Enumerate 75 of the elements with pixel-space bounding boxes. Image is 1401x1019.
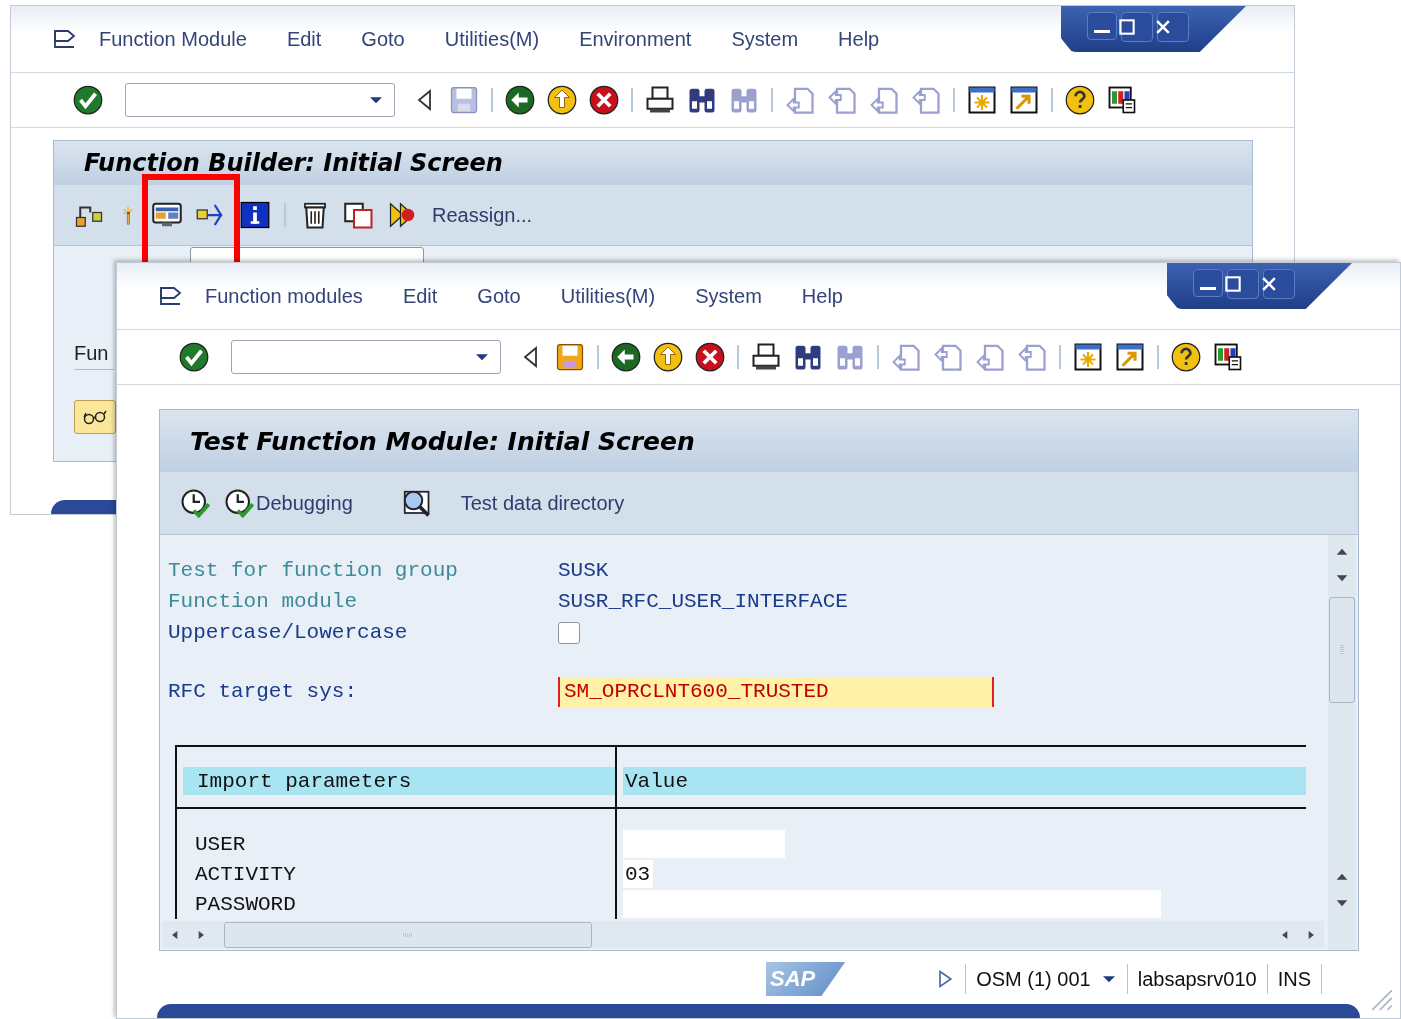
field-label: Function module	[168, 590, 359, 613]
table-cell-text: PASSWORD	[194, 891, 297, 918]
input-field[interactable]: SM_OPRCLNT600_TRUSTED	[558, 676, 994, 707]
session-info[interactable]: OSM (1) 001	[976, 967, 1091, 991]
exit-icon[interactable]	[547, 85, 577, 115]
screen-title: Function Builder: Initial Screen	[54, 141, 1252, 185]
horizontal-scrollbar[interactable]	[162, 921, 1324, 948]
cancel-icon[interactable]	[589, 85, 619, 115]
display-button[interactable]	[74, 400, 116, 434]
reassign-button[interactable]: Reassign...	[432, 203, 533, 227]
screen-title: Test Function Module: Initial Screen	[160, 410, 1358, 472]
logo: SAP	[765, 962, 846, 996]
back-icon[interactable]	[611, 342, 641, 372]
field-label: Uppercase/Lowercase	[168, 621, 409, 644]
minimize-button[interactable]	[1193, 269, 1223, 297]
menu-item[interactable]: Goto	[477, 284, 521, 308]
maximize-icon	[1117, 17, 1137, 37]
column-header: Import parameters	[183, 767, 615, 795]
field-value: SUSR_RFC_USER_INTERFACE	[558, 590, 848, 613]
layout-icon[interactable]	[1213, 342, 1243, 372]
info-icon[interactable]	[240, 200, 270, 230]
maximize-icon	[1223, 274, 1243, 294]
close-button[interactable]	[1263, 269, 1295, 299]
menu-item[interactable]: Environment	[579, 27, 692, 51]
server-name: labsapsrv010	[1137, 967, 1257, 991]
back-icon[interactable]	[505, 85, 535, 115]
column-header: Value	[623, 767, 1306, 795]
exit-icon[interactable]	[653, 342, 683, 372]
command-field[interactable]	[125, 83, 395, 117]
clock-check-icon[interactable]	[180, 488, 210, 518]
command-field[interactable]	[231, 340, 501, 374]
close-button[interactable]	[1157, 12, 1189, 42]
shortcut-icon[interactable]	[1009, 85, 1039, 115]
shortcut-icon[interactable]	[1115, 342, 1145, 372]
menu-item[interactable]: Help	[801, 284, 843, 308]
maximize-button[interactable]	[1121, 12, 1153, 42]
test-data-button[interactable]: Test data directory	[460, 491, 625, 515]
debugging-button[interactable]: Debugging	[224, 488, 353, 518]
maximize-button[interactable]	[1227, 269, 1259, 299]
new-window-icon[interactable]	[967, 85, 997, 115]
field-label: RFC target sys:	[168, 680, 359, 703]
print-icon[interactable]	[645, 85, 675, 115]
enter-icon[interactable]	[73, 85, 103, 115]
checkbox[interactable]	[558, 621, 580, 644]
clock-check-icon	[224, 488, 254, 518]
new-window-icon[interactable]	[1073, 342, 1103, 372]
menu-item[interactable]: System	[731, 27, 799, 51]
save-icon[interactable]	[555, 342, 585, 372]
help-icon[interactable]	[1171, 342, 1201, 372]
vertical-scrollbar[interactable]	[1328, 535, 1356, 950]
menu-item[interactable]: Function modules	[205, 284, 363, 308]
minimize-button[interactable]	[1087, 12, 1117, 40]
enter-icon[interactable]	[179, 342, 209, 372]
table-cell-text: ACTIVITY	[194, 861, 297, 888]
input-field[interactable]: 03	[623, 860, 653, 888]
layout-icon[interactable]	[1107, 85, 1137, 115]
copy-icon[interactable]	[344, 200, 374, 230]
cancel-icon[interactable]	[695, 342, 725, 372]
menu-item[interactable]: System	[695, 284, 762, 308]
input-mode: INS	[1277, 967, 1311, 991]
menu-item[interactable]: Utilities(M)	[444, 27, 540, 51]
help-icon[interactable]	[1065, 85, 1095, 115]
minimize-icon	[1094, 30, 1110, 33]
menu-item[interactable]: Goto	[361, 27, 405, 51]
minimize-icon	[1200, 287, 1216, 290]
menu-item[interactable]: Help	[838, 27, 880, 51]
menu-item[interactable]: Edit	[402, 284, 438, 308]
menu-item[interactable]: Function Module	[99, 27, 247, 51]
table-cell-text: USER	[194, 831, 247, 858]
field-value: SUSK	[558, 559, 609, 582]
menu-item[interactable]: Edit	[286, 27, 322, 51]
print-icon[interactable]	[751, 342, 781, 372]
field-label: Fun	[74, 342, 114, 370]
menu-item[interactable]: Utilities(M)	[560, 284, 656, 308]
field-label: Test for function group	[168, 559, 459, 582]
